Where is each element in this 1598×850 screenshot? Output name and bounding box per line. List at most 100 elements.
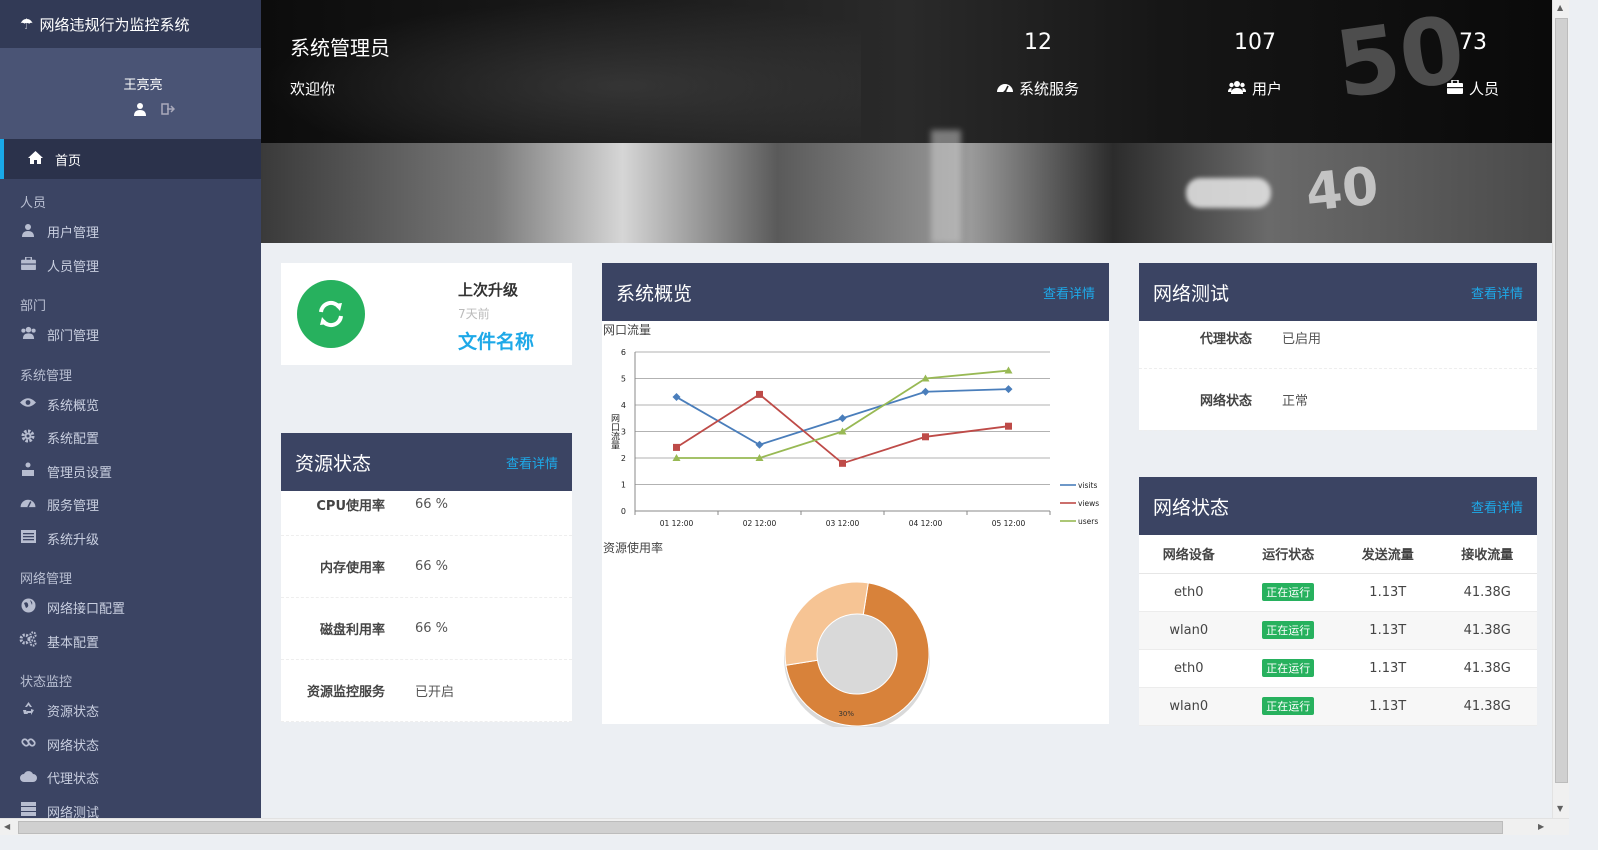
data-point-views	[922, 433, 929, 441]
info-key: 代理状态	[1199, 332, 1252, 347]
overview-card-title: 系统概览	[616, 282, 693, 305]
stat-services[interactable]: 12 系统服务	[968, 30, 1108, 99]
sidebar-item-label: 网络接口配置	[47, 602, 126, 618]
info-value: 66 %	[415, 559, 449, 574]
home-icon	[28, 150, 43, 168]
data-point-visits	[838, 414, 847, 423]
stat-people-label: 人员	[1468, 80, 1499, 98]
overview-more-link[interactable]: 查看详情	[1043, 283, 1095, 302]
info-row: 磁盘利用率 66 %	[281, 598, 572, 660]
data-point-visits	[755, 440, 764, 449]
x-tick-label: 01 12:00	[660, 519, 694, 528]
sidebar-item[interactable]: 基本配置	[0, 625, 261, 659]
nav-home[interactable]: 首页	[0, 139, 261, 179]
status-badge: 正在运行	[1262, 583, 1315, 601]
stat-people-value: 73	[1459, 30, 1487, 55]
info-value: 66 %	[415, 497, 449, 512]
stat-people[interactable]: 73 人员	[1403, 30, 1543, 99]
vertical-scrollbar[interactable]: ▲ ▼	[1552, 0, 1569, 818]
link-icon	[19, 735, 37, 754]
sidebar-item[interactable]: 管理员设置	[0, 455, 261, 489]
info-value: 已开启	[415, 685, 455, 700]
scroll-up-icon[interactable]: ▲	[1557, 3, 1563, 12]
horizontal-scrollbar[interactable]: ◀ ▶	[0, 818, 1569, 835]
table-row: eth0 正在运行 1.13T 41.38G	[1139, 573, 1537, 612]
sidebar-item-label: 管理员设置	[47, 465, 113, 481]
traffic-line-chart: 0 1 2 3 4 5 6 01 12:00 02 12:00 03 12:00 04 12:00 0…	[609, 348, 1099, 528]
status-badge: 正在运行	[1262, 659, 1315, 677]
sidebar-item-label: 人员管理	[47, 259, 100, 275]
x-tick-label: 03 12:00	[826, 519, 860, 528]
sidebar-item-label: 系统升级	[47, 532, 100, 548]
donut-label: 30%	[838, 710, 854, 718]
info-row: 内存使用率 66 %	[281, 536, 572, 598]
table-header: 网络设备	[1139, 535, 1239, 574]
resource-more-link[interactable]: 查看详情	[506, 453, 558, 472]
user-profile-icon[interactable]	[133, 102, 147, 120]
info-row: 代理状态 已启用	[1139, 307, 1537, 369]
nettest-card-title: 网络测试	[1153, 282, 1230, 305]
upgrade-file-link[interactable]: 文件名称	[458, 327, 534, 354]
resource-status-card: 资源状态 查看详情 CPU使用率 66 % 内存使用率 66 % 磁盘利用率 66 % 资源…	[281, 433, 572, 722]
data-point-visits	[1004, 385, 1013, 394]
y-tick-label: 1	[621, 481, 626, 490]
nav-group-label: 网络管理	[20, 572, 73, 587]
legend-label: users	[1078, 517, 1098, 526]
users-icon	[19, 326, 37, 343]
sidebar-item[interactable]: 人员管理	[0, 249, 261, 283]
sidebar-item-label: 服务管理	[47, 499, 100, 515]
x-tick-label: 05 12:00	[992, 519, 1026, 528]
user-name: 王亮亮	[123, 78, 163, 93]
list-icon	[19, 529, 37, 547]
status-badge: 正在运行	[1262, 621, 1315, 639]
info-key: 磁盘利用率	[319, 623, 385, 638]
user-panel: 王亮亮	[0, 48, 261, 139]
scroll-down-icon[interactable]: ▼	[1557, 804, 1563, 813]
table-cell: wlan0	[1139, 611, 1239, 650]
table-cell: 正在运行	[1238, 573, 1338, 612]
table-header: 发送流量	[1338, 535, 1438, 574]
network-status-table: 网络设备 运行状态 发送流量 接收流量 eth0 正在运行 1.13T 41.38G wlan…	[1139, 535, 1537, 726]
table-header: 运行状态	[1238, 535, 1338, 574]
y-tick-label: 6	[621, 348, 626, 357]
netstatus-card-title: 网络状态	[1153, 496, 1230, 519]
status-badge: 正在运行	[1262, 697, 1315, 715]
sidebar-item[interactable]: 网络状态	[0, 728, 261, 762]
info-value: 正常	[1282, 394, 1309, 409]
netstatus-card-header: 网络状态 查看详情	[1139, 477, 1537, 535]
table-header: 接收流量	[1437, 535, 1537, 574]
sidebar-item-label: 基本配置	[47, 635, 100, 651]
sidebar-item[interactable]: 系统配置	[0, 421, 261, 455]
sidebar-item[interactable]: 代理状态	[0, 761, 261, 795]
umbrella-icon: ☂	[20, 15, 34, 33]
overview-card-header: 系统概览 查看详情	[602, 263, 1109, 321]
sidebar-item[interactable]: 部门管理	[0, 318, 261, 352]
horizontal-scroll-thumb[interactable]	[18, 821, 1503, 834]
nettest-more-link[interactable]: 查看详情	[1471, 283, 1523, 302]
app-brand[interactable]: ☂ 网络违规行为监控系统	[0, 0, 261, 48]
vertical-scroll-thumb[interactable]	[1555, 18, 1568, 783]
sidebar-item[interactable]: 资源状态	[0, 694, 261, 728]
sidebar-item[interactable]: 服务管理	[0, 488, 261, 522]
info-key: 网络状态	[1199, 394, 1252, 409]
refresh-icon[interactable]	[297, 280, 365, 348]
header-banner: 50 40 系统管理员 欢迎你 12 系统服务 107 用户 73 人员	[261, 0, 1552, 243]
banner-title: 系统管理员	[290, 36, 390, 60]
nav-home-label: 首页	[55, 153, 82, 169]
sidebar-item[interactable]: 系统概览	[0, 388, 261, 422]
netstatus-more-link[interactable]: 查看详情	[1471, 497, 1523, 516]
logout-icon[interactable]	[161, 102, 176, 120]
stat-services-label: 系统服务	[1018, 80, 1079, 98]
info-row: 网络状态 正常	[1139, 369, 1537, 431]
table-cell: 41.38G	[1437, 573, 1537, 612]
sidebar-item[interactable]: 用户管理	[0, 215, 261, 249]
scroll-left-icon[interactable]: ◀	[4, 822, 10, 831]
globe-icon	[19, 598, 37, 617]
stat-users[interactable]: 107 用户	[1185, 30, 1325, 99]
briefcase-icon	[19, 256, 37, 274]
sidebar-item[interactable]: 系统升级	[0, 522, 261, 556]
data-point-views	[673, 443, 680, 451]
stat-services-value: 12	[1024, 30, 1052, 55]
scroll-right-icon[interactable]: ▶	[1538, 822, 1544, 831]
sidebar-item[interactable]: 网络接口配置	[0, 591, 261, 625]
